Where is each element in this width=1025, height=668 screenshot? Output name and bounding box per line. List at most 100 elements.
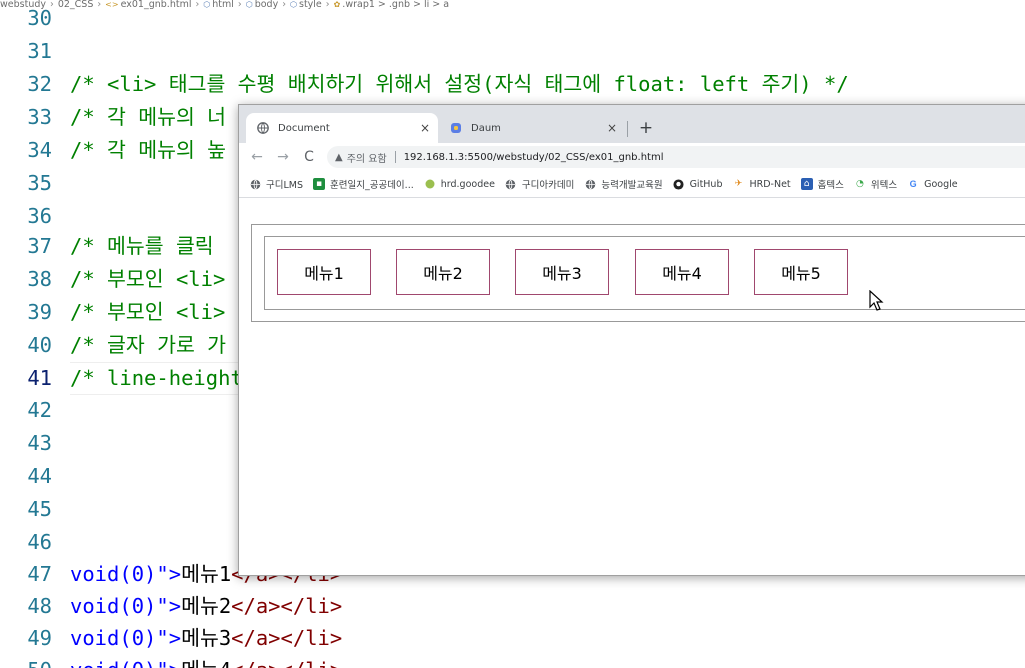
url-text[interactable]: 192.168.1.3:5500/webstudy/02_CSS/ex01_gn… [404, 152, 664, 163]
code-content: 메뉴2 [181, 594, 232, 618]
browser-toolbar: ← → C ▲ 주의 요함 192.168.1.3:5500/webstudy/… [239, 143, 1025, 171]
bookmark-label: 훈련일지_공공데이... [330, 180, 414, 191]
line-number: 47 [27, 562, 52, 586]
close-icon[interactable]: × [603, 121, 621, 135]
tab-strip: Document × Daum × + [239, 105, 1025, 143]
code-bracket: > [168, 626, 182, 650]
bookmark-label: 구디아카데미 [521, 180, 575, 191]
globe-icon [256, 121, 270, 135]
bookmark-label: 홈텍스 [817, 180, 844, 191]
line-number: 40 [27, 333, 52, 357]
green-dot-icon [424, 178, 436, 190]
tab-divider [627, 121, 628, 137]
web-page: 메뉴1 메뉴2 메뉴3 메뉴4 메뉴5 [239, 198, 1025, 575]
code-bracket: > [168, 594, 182, 618]
divider [394, 151, 396, 163]
bookmark-label: Google [924, 178, 958, 190]
code-line: 30 [0, 2, 1025, 35]
wetax-icon: ◔ [855, 179, 864, 189]
code-content: 메뉴4 [181, 658, 231, 668]
line-number: 49 [27, 626, 52, 650]
code-tag: </a></li> [231, 658, 342, 668]
code-bracket: > [168, 562, 182, 586]
hrd-icon: ✈ [734, 179, 743, 189]
line-number: 46 [27, 530, 52, 554]
code-text: void(0)">메뉴4</a></li> [70, 654, 342, 668]
bookmark-label: hrd.goodee [440, 178, 495, 190]
code-line: 32 /* <li> 태그를 수평 배치하기 위해서 설정(자식 태그에 floa… [0, 68, 1025, 101]
code-text: void(0)">메뉴3</a></li> [70, 622, 342, 655]
back-button[interactable]: ← [247, 147, 267, 167]
code-content: 메뉴3 [181, 626, 232, 650]
bookmark-item[interactable]: 능력개발교육원 [584, 177, 663, 191]
menu-item-5[interactable]: 메뉴5 [754, 249, 848, 295]
bookmark-item[interactable]: GitHub [673, 178, 723, 190]
code-tag: </a></li> [231, 594, 343, 618]
bookmarks-bar: 구디LMS ▪ 훈련일지_공공데이... hrd.goodee 구디아카데미 능력… [239, 171, 1025, 198]
code-line: 50 void(0)">메뉴4</a></li> [0, 654, 1025, 668]
code-line: 49 void(0)">메뉴3</a></li> [0, 622, 1025, 655]
code-line: 31 [0, 35, 1025, 68]
bookmark-item[interactable]: hrd.goodee [424, 178, 495, 190]
tab-title: Daum [471, 122, 501, 134]
line-number: 36 [27, 204, 52, 228]
menu-item-3[interactable]: 메뉴3 [515, 249, 609, 295]
line-number: 33 [27, 105, 52, 129]
code-comment: /* 부모인 <li> [70, 300, 226, 324]
daum-icon [449, 121, 463, 135]
code-comment: /* 메뉴를 클릭 [70, 234, 214, 258]
line-number: 31 [27, 39, 52, 63]
bookmark-item[interactable]: ◔ 위텍스 [854, 177, 897, 191]
bookmark-item[interactable]: ▪ 훈련일지_공공데이... [313, 177, 414, 191]
line-number: 44 [27, 464, 52, 488]
code-comment: /* 글자 가로 가 [70, 333, 227, 357]
menu-item-2[interactable]: 메뉴2 [396, 249, 490, 295]
browser-window[interactable]: Document × Daum × + ← → C ▲ 주의 요함 192.16… [238, 104, 1025, 576]
line-number: 39 [27, 300, 52, 324]
bookmark-label: 위텍스 [870, 180, 898, 191]
line-number: 45 [27, 497, 52, 521]
line-number: 42 [27, 398, 52, 422]
new-tab-button[interactable]: + [635, 117, 657, 139]
hometax-icon: ⌂ [800, 178, 813, 190]
wrap1-container: 메뉴1 메뉴2 메뉴3 메뉴4 메뉴5 [251, 224, 1025, 322]
warning-icon[interactable]: ▲ [335, 152, 343, 163]
bookmark-item[interactable]: G Google [907, 178, 958, 190]
bookmark-label: 능력개발교육원 [601, 180, 663, 191]
bookmark-item[interactable]: ✈ HRD-Net [732, 178, 791, 190]
globe-icon [505, 178, 517, 190]
bookmark-item[interactable]: 구디아카데미 [505, 177, 574, 191]
line-number: 34 [27, 138, 52, 162]
code-string: void(0)" [70, 562, 169, 586]
bookmark-item[interactable]: ⌂ 홈텍스 [800, 177, 844, 191]
code-tag: </a></li> [231, 626, 343, 650]
address-bar[interactable]: ▲ 주의 요함 192.168.1.3:5500/webstudy/02_CSS… [327, 146, 1025, 168]
bookmark-label: GitHub [689, 178, 723, 190]
google-icon: G [909, 179, 917, 189]
forward-button[interactable]: → [273, 147, 293, 167]
code-comment: /* 각 메뉴의 너 [70, 105, 227, 129]
menu-item-4[interactable]: 메뉴4 [635, 249, 729, 295]
code-comment: /* 부모인 <li> [70, 267, 226, 291]
github-icon [673, 178, 685, 190]
tab-document[interactable]: Document × [246, 113, 438, 143]
security-label[interactable]: 주의 요함 [347, 150, 387, 165]
close-icon[interactable]: × [416, 121, 434, 135]
globe-icon [584, 178, 596, 190]
line-number: 43 [27, 431, 52, 455]
tab-daum[interactable]: Daum × [439, 113, 625, 143]
line-number: 41 [27, 366, 52, 390]
code-bracket: > [169, 658, 181, 668]
code-comment: /* line-height [70, 366, 243, 390]
tab-title: Document [278, 122, 330, 134]
code-text: void(0)">메뉴2</a></li> [70, 590, 342, 623]
code-content: 메뉴1 [181, 562, 232, 586]
line-number: 48 [27, 594, 52, 618]
code-line: 48 void(0)">메뉴2</a></li> [0, 590, 1025, 623]
menu-item-1[interactable]: 메뉴1 [277, 249, 371, 295]
reload-button[interactable]: C [299, 147, 319, 167]
bookmark-label: 구디LMS [266, 180, 303, 191]
bookmark-item[interactable]: 구디LMS [249, 177, 303, 191]
code-comment: /* 각 메뉴의 높 [70, 138, 227, 162]
gnb-menu-list: 메뉴1 메뉴2 메뉴3 메뉴4 메뉴5 [264, 236, 1025, 310]
